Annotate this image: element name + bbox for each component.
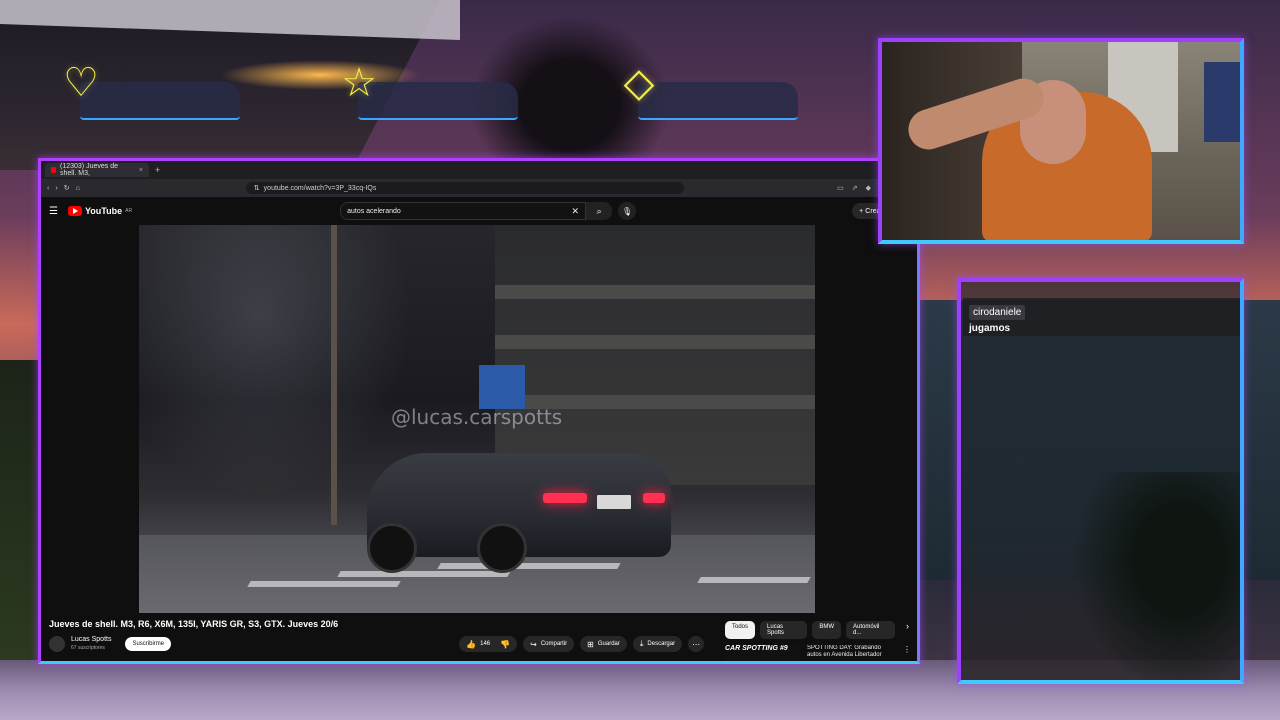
youtube-logo-text: YouTube [84,206,123,216]
building-floor [495,335,815,349]
heart-icon: ♡ [63,61,99,105]
youtube-play-icon [67,206,82,216]
mic-icon: 🎙 [622,206,633,216]
crosswalk-stripe [697,577,811,583]
url-field[interactable]: ⇅ youtube.com/watch?v=3P_33cq-IQs [245,182,684,194]
video-info: Jueves de shell. M3, R6, X6M, 135I, YARI… [49,613,911,661]
star-icon: ☆ [341,61,377,105]
save-label: Guardar [597,641,620,647]
home-icon[interactable]: ⌂ [76,185,80,192]
screen-capture-frame: (12303) Jueves de shell. M3, × + ‹ › ↻ ⌂… [38,158,920,664]
new-tab-icon[interactable]: + [155,165,160,175]
video-actions: 👍 146 👎 ↪ Compartir ⊞ Guardar ⤓ Descarga… [459,636,705,652]
youtube-logo[interactable]: YouTube AR [67,206,133,216]
video-building [495,225,815,485]
search-icon: ⌕ [596,205,602,216]
share-arrow-icon: ↪ [530,639,537,649]
hamburger-menu-icon[interactable]: ☰ [49,206,58,217]
back-icon[interactable]: ‹ [47,185,49,192]
chip-bmw[interactable]: BMW [812,621,842,639]
channel-info[interactable]: Lucas Spotts 67 suscriptores [71,635,111,653]
forward-icon[interactable]: › [55,185,57,192]
chip-todos[interactable]: Todos [725,621,756,639]
crosswalk-stripe [437,563,621,569]
tab-title: (12303) Jueves de shell. M3, [60,163,118,177]
chat-message: cirodaniele jugamos [963,298,1240,336]
search-button[interactable]: ⌕ [586,202,613,220]
star-stat-bar [358,82,518,120]
subscribe-button[interactable]: Suscribirme [125,637,172,651]
like-button[interactable]: 👍 146 👎 [459,636,518,652]
chat-username: cirodaniele [969,305,1026,320]
site-info-icon[interactable]: ⇅ [254,184,260,192]
search-input[interactable]: autos acelerando ✕ [340,202,587,220]
video-street-sign [479,365,525,409]
clear-search-icon[interactable]: ✕ [572,206,580,217]
webcam-window [1204,62,1240,142]
youtube-favicon-icon [51,167,56,173]
video-watermark: @lucas.carspotts [391,405,563,429]
related-filter-chips: Todos Lucas Spotts BMW Automóvil d... › [725,621,909,639]
region-code: AR [125,208,133,214]
share-icon[interactable]: ⇗ [852,184,858,192]
thumbs-up-icon: 👍 [466,639,477,649]
thumbs-down-icon[interactable]: 👎 [500,640,510,649]
browser-tab-bar: (12303) Jueves de shell. M3, × + [41,161,917,179]
webcam-frame [878,38,1244,244]
video-car [367,453,671,573]
cast-icon[interactable]: ▭ [837,184,844,192]
car-wheel [367,523,417,573]
url-text: youtube.com/watch?v=3P_33cq-IQs [263,184,377,192]
recommended-video[interactable]: CAR SPOTTING #9 SPOTTING DAY: Grabando a… [725,645,915,661]
browser-tab[interactable]: (12303) Jueves de shell. M3, × [45,163,149,177]
diamond-icon: ◇ [623,61,655,105]
heart-stat-bar [80,82,240,120]
voice-search-button[interactable]: 🎙 [618,202,637,220]
reload-icon[interactable]: ↻ [64,184,70,192]
plus-icon: + [859,207,864,215]
recommended-more-icon[interactable]: ⋮ [903,645,911,661]
building-floor [495,285,815,299]
chevron-right-icon[interactable]: › [906,621,909,639]
chat-panel: cirodaniele jugamos [957,278,1244,684]
search-query: autos acelerando [347,207,401,215]
video-player[interactable]: @lucas.carspotts [139,225,815,613]
chip-lucas-spotts[interactable]: Lucas Spotts [760,621,808,639]
car-taillight [543,493,587,503]
youtube-header: ☰ YouTube AR autos acelerando ✕ ⌕ 🎙 + Cr… [41,197,917,225]
channel-avatar[interactable] [49,636,65,652]
save-button[interactable]: ⊞ Guardar [580,636,627,652]
extension-icon[interactable]: ◆ [866,184,871,192]
recommended-title[interactable]: SPOTTING DAY: Grabando autos en Avenida … [807,645,897,659]
car-wheel [477,523,527,573]
download-label: Descargar [647,641,676,647]
diamond-stat-bar [638,82,798,120]
channel-name: Lucas Spotts [71,636,112,643]
subscriber-count: 67 suscriptores [71,645,105,651]
more-actions-icon[interactable]: ⋯ [688,636,705,652]
chat-background-palm [1071,472,1240,680]
like-count: 146 [480,641,491,647]
crosswalk-stripe [337,571,511,577]
chip-automovil[interactable]: Automóvil d... [846,621,895,639]
share-label: Compartir [540,641,568,647]
car-taillight [643,493,665,503]
crosswalk-stripe [247,581,401,587]
share-button[interactable]: ↪ Compartir [523,636,575,652]
car-plate [597,495,631,509]
chat-message-text: jugamos [969,323,1011,334]
download-button[interactable]: ⤓ Descargar [632,636,683,652]
download-icon: ⤓ [639,639,644,648]
tab-close-icon[interactable]: × [139,167,143,174]
video-pole [331,225,337,525]
bookmark-icon: ⊞ [587,639,594,649]
recommended-thumbnail[interactable]: CAR SPOTTING #9 [725,645,801,661]
browser-address-bar: ‹ › ↻ ⌂ ⇅ youtube.com/watch?v=3P_33cq-IQ… [41,179,917,197]
